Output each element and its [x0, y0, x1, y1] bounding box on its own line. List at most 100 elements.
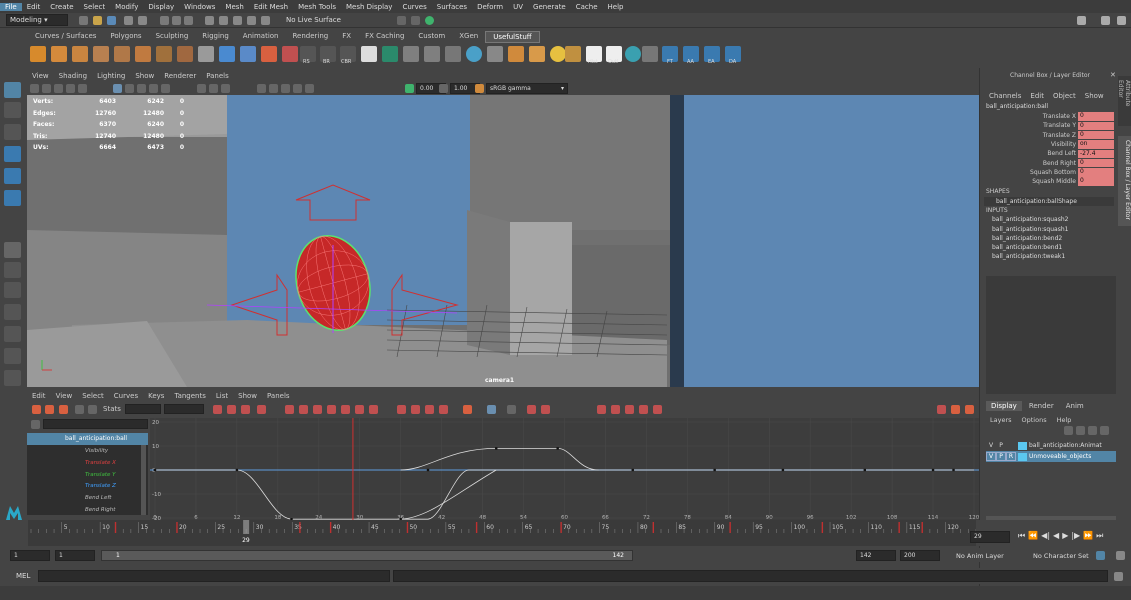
current-frame-field[interactable]: 29: [970, 531, 1010, 543]
snap-curve-icon[interactable]: [219, 16, 228, 25]
shelf-tab[interactable]: Curves / Surfaces: [28, 31, 103, 43]
layer-v-toggle[interactable]: V: [986, 442, 996, 449]
lights-icon[interactable]: [149, 84, 158, 93]
graph-key[interactable]: [556, 447, 559, 450]
trax-icon[interactable]: [965, 405, 974, 414]
layer-v-toggle[interactable]: V: [986, 452, 996, 461]
attr-value[interactable]: 0: [1078, 130, 1114, 140]
post-infinity-icon[interactable]: [507, 405, 516, 414]
graph-key[interactable]: [426, 468, 430, 472]
channel-box-menu-item[interactable]: Edit: [1030, 92, 1044, 100]
menu-edit-mesh[interactable]: Edit Mesh: [249, 3, 293, 11]
menu-mesh[interactable]: Mesh: [220, 3, 248, 11]
layer-editor-tab[interactable]: Anim: [1061, 401, 1089, 411]
attr-value[interactable]: 0: [1078, 121, 1114, 131]
shelf-tab[interactable]: FX Caching: [358, 31, 411, 43]
viewport[interactable]: Verts: 6403 6242 0 Edges: 12760 12480 0 Faces: 63…: [27, 95, 979, 387]
mel-label[interactable]: MEL: [16, 572, 30, 580]
grease-pencil-icon[interactable]: [66, 84, 75, 93]
shelf-tab[interactable]: Animation: [236, 31, 286, 43]
channel-row[interactable]: Translate X: [27, 457, 148, 469]
shelf-tab[interactable]: Rendering: [285, 31, 335, 43]
snap-surface-icon[interactable]: [261, 16, 270, 25]
region-keys-icon[interactable]: [75, 405, 84, 414]
menu-uv[interactable]: UV: [508, 3, 528, 11]
channel-attr-row[interactable]: Visibility on: [980, 140, 1131, 149]
mirror-icon[interactable]: [240, 46, 256, 62]
menu-surfaces[interactable]: Surfaces: [432, 3, 472, 11]
step-back-frame-icon[interactable]: ◀|: [1041, 531, 1050, 541]
break-tangents-icon[interactable]: [425, 405, 434, 414]
frame-selection-icon[interactable]: [227, 405, 236, 414]
shelf-tab[interactable]: Custom: [411, 31, 452, 43]
buffer-curve-icon[interactable]: [397, 405, 406, 414]
xray-joints-icon[interactable]: [221, 84, 230, 93]
auto-tangent-icon[interactable]: [285, 405, 294, 414]
character-set-dropdown[interactable]: No Character Set: [1033, 552, 1089, 560]
channel-box-menu-item[interactable]: Object: [1053, 92, 1076, 100]
layer-r-toggle[interactable]: R: [1006, 452, 1016, 461]
step-tangent-icon[interactable]: [355, 405, 364, 414]
time-snap-icon[interactable]: [625, 405, 634, 414]
light-icon[interactable]: [550, 46, 566, 62]
stats-time-field[interactable]: [125, 404, 161, 414]
render-settings-icon[interactable]: [425, 16, 434, 25]
step-forward-key-icon[interactable]: ⏩: [1083, 531, 1093, 541]
scale-tool-icon[interactable]: [4, 190, 21, 206]
pre-infinity-icon[interactable]: [487, 405, 496, 414]
camera-attr-icon[interactable]: [30, 84, 39, 93]
graph-key[interactable]: [235, 468, 239, 472]
uv-editor-icon[interactable]: [382, 46, 398, 62]
undo-icon[interactable]: [124, 16, 133, 25]
layer-menu-item[interactable]: Layers: [990, 416, 1012, 424]
go-to-start-icon[interactable]: ⏮: [1018, 531, 1025, 541]
menu-edit[interactable]: Edit: [22, 3, 46, 11]
cycle-icon[interactable]: [527, 405, 536, 414]
layout-extra-icon[interactable]: [4, 370, 21, 386]
graph-menu-item[interactable]: Show: [233, 392, 262, 401]
attr-value[interactable]: 0: [1078, 158, 1114, 168]
retime-keys-icon[interactable]: [88, 405, 97, 414]
2d-pan-icon[interactable]: [78, 84, 87, 93]
select-object-icon[interactable]: [172, 16, 181, 25]
color-mgmt-icon[interactable]: [475, 84, 484, 93]
auto-key-icon[interactable]: [1096, 551, 1105, 560]
workspace-icon[interactable]: [1077, 16, 1086, 25]
select-hierarchy-icon[interactable]: [160, 16, 169, 25]
linear-tangent-icon[interactable]: [327, 405, 336, 414]
outliner-node-row[interactable]: ball_anticipation:ball: [27, 433, 148, 445]
layout-icon[interactable]: [4, 282, 21, 298]
single-view-icon[interactable]: [4, 242, 21, 258]
snap-grid-icon[interactable]: [205, 16, 214, 25]
channel-attr-row[interactable]: Bend Left -27.4: [980, 149, 1131, 159]
channel-row[interactable]: Translate Y: [27, 469, 148, 481]
lattice-icon[interactable]: [487, 46, 503, 62]
plateau-tangent-icon[interactable]: [369, 405, 378, 414]
normalize-icon[interactable]: [597, 405, 606, 414]
image-plane-icon[interactable]: [54, 84, 63, 93]
graph-menu-item[interactable]: Edit: [27, 392, 51, 401]
input-node[interactable]: ball_anticipation:squash2: [980, 215, 1131, 224]
graph-view[interactable]: 0 6 12 18 24 30 36 42 48 54 60 66 72 78 84 90 96 102 108 11…: [150, 418, 979, 520]
layer-color-swatch[interactable]: [1018, 452, 1027, 461]
tool-settings-icon[interactable]: [1117, 16, 1126, 25]
panel-close-icon[interactable]: ✕: [1110, 71, 1116, 79]
graph-key[interactable]: [495, 447, 498, 450]
motion-blur-icon[interactable]: [269, 84, 278, 93]
ik-icon[interactable]: [565, 46, 581, 62]
select-tool-icon[interactable]: [4, 82, 21, 98]
anim-end-field[interactable]: 200: [900, 550, 940, 561]
clamped-tangent-icon[interactable]: [313, 405, 322, 414]
mode-dropdown[interactable]: Modeling ▾: [6, 14, 68, 26]
channel-box-tab[interactable]: Channel Box / Layer Editor: [1118, 136, 1131, 226]
denormalize-icon[interactable]: [611, 405, 620, 414]
timeline[interactable]: 5 10 15 20 25 30 35 40 45 50 55 60 65 70 75 80 85 90 95 100…: [0, 520, 1131, 546]
bake-icon[interactable]: [529, 46, 545, 62]
create-plane-icon[interactable]: [93, 46, 109, 62]
layer-row[interactable]: V Pball_anticipation:Animat: [986, 440, 1116, 451]
script-editor-icon[interactable]: [1114, 572, 1123, 581]
layer-editor-tab[interactable]: Display: [986, 401, 1022, 411]
outliner-filter-icon[interactable]: [31, 420, 40, 429]
smooth-icon[interactable]: [219, 46, 235, 62]
open-scene-icon[interactable]: [93, 16, 102, 25]
